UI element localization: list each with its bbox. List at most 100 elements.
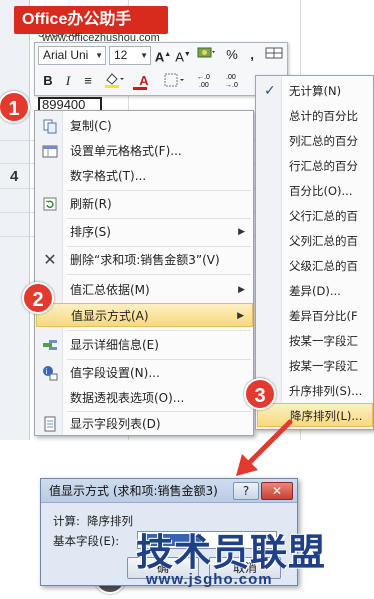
show-values-as-submenu: ✓ 无计算(N) 总计的百分比 列汇总的百分 行汇总的百分 百分比(O)... … — [255, 75, 374, 430]
pointer-arrow-icon — [236, 419, 293, 476]
font-name-value: Arial Uni — [43, 48, 89, 62]
menu-item-label: 值字段设置(N)... — [70, 366, 160, 380]
decrease-decimal-icon: .00→.0 — [225, 74, 238, 89]
refresh-icon — [42, 196, 58, 212]
currency-icon — [197, 47, 215, 58]
submenu-item-label: 总计的百分比 — [289, 109, 358, 123]
delete-icon: ✕ — [43, 250, 57, 269]
currency-format-button[interactable] — [195, 45, 219, 65]
submenu-item-percent-of[interactable]: 百分比(O)... — [257, 179, 373, 203]
fill-bucket-icon — [105, 73, 124, 88]
borders-button[interactable] — [161, 71, 187, 91]
help-button[interactable]: ? — [233, 482, 259, 500]
calculation-value: 降序排列 — [87, 514, 133, 528]
menu-item-label: 设置单元格格式(F)... — [70, 144, 182, 158]
show-details-icon — [42, 337, 58, 353]
submenu-item-label: 升序排列(S)... — [289, 384, 363, 398]
submenu-arrow-icon: ▶ — [238, 285, 245, 295]
menu-item-delete-field[interactable]: ✕ 删除“求和项:销售金额3”(V) — [36, 248, 253, 272]
menu-item-show-values-as[interactable]: 值显示方式(A) ▶ — [36, 303, 253, 327]
menu-separator — [67, 274, 251, 275]
menu-item-label: 数据透视表选项(O)... — [70, 391, 185, 405]
font-color-swatch — [133, 87, 147, 90]
submenu-item-running-total[interactable]: 按某一字段汇 — [257, 329, 373, 353]
shrink-font-button[interactable]: A▼ — [173, 45, 193, 65]
chevron-down-icon: ▼ — [140, 51, 148, 60]
close-button[interactable]: ✕ — [261, 482, 293, 500]
submenu-item-label: 行汇总的百分 — [289, 159, 358, 173]
svg-text:←.0: ←.0 — [197, 74, 210, 81]
font-size-combo[interactable]: 12 ▼ — [109, 46, 151, 65]
submenu-item-label: 按某一字段汇 — [289, 359, 358, 373]
submenu-item-no-calculation[interactable]: ✓ 无计算(N) — [257, 79, 373, 103]
menu-item-copy[interactable]: 复制(C) — [36, 114, 253, 138]
submenu-item-percent-of-grand-total[interactable]: 总计的百分比 — [257, 104, 373, 128]
submenu-item-percent-of-row-total[interactable]: 行汇总的百分 — [257, 154, 373, 178]
submenu-item-percent-of-column-total[interactable]: 列汇总的百分 — [257, 129, 373, 153]
submenu-item-percent-running-total[interactable]: 按某一字段汇 — [257, 354, 373, 378]
submenu-item-difference-from[interactable]: 差异(D)... — [257, 279, 373, 303]
format-painter-button[interactable] — [263, 45, 285, 65]
submenu-item-label: 降序排列(L)... — [290, 409, 363, 423]
base-field-label-suffix: E): — [103, 534, 120, 548]
font-color-letter: A — [139, 73, 149, 88]
submenu-arrow-icon: ▶ — [238, 227, 245, 237]
submenu-item-percent-of-parent-row[interactable]: 父行汇总的百 — [257, 204, 373, 228]
menu-item-number-format[interactable]: 数字格式(T)... — [36, 164, 253, 188]
menu-item-refresh[interactable]: 刷新(R) — [36, 192, 253, 216]
step-badge-3: 3 — [244, 378, 276, 410]
menu-item-label: 删除“求和项:销售金额3”(V) — [70, 253, 220, 267]
menu-item-label: 数字格式(T)... — [70, 169, 147, 183]
italic-button[interactable]: I — [59, 71, 77, 91]
bold-button[interactable]: B — [39, 71, 57, 91]
menu-item-label: 显示字段列表(D) — [70, 417, 161, 431]
base-field-label-text: 基本字段( — [53, 534, 104, 548]
submenu-arrow-icon: ▶ — [237, 311, 244, 321]
submenu-item-label: 父行汇总的百 — [289, 209, 358, 223]
font-color-button[interactable]: A — [131, 71, 157, 91]
increase-decimal-icon: ←.0.00 — [197, 74, 210, 89]
menu-item-label: 显示详细信息(E) — [70, 338, 159, 352]
calculation-label: 计算: — [53, 514, 80, 528]
submenu-item-percent-of-parent-column[interactable]: 父列汇总的百 — [257, 229, 373, 253]
menu-item-label: 刷新(R) — [70, 197, 112, 211]
svg-text:.00: .00 — [199, 82, 209, 89]
step-badge-2: 2 — [22, 282, 54, 314]
submenu-item-label: 列汇总的百分 — [289, 134, 358, 148]
menu-separator — [67, 218, 251, 219]
menu-item-value-field-settings[interactable]: i 值字段设置(N)... — [36, 361, 253, 385]
menu-item-format-cells[interactable]: 设置单元格格式(F)... — [36, 139, 253, 163]
watermark-url: www.jsgho.com — [146, 571, 273, 588]
align-center-button[interactable]: ≡ — [79, 71, 97, 91]
percent-button[interactable]: % — [223, 45, 241, 65]
submenu-item-percent-of-parent[interactable]: 父级汇总的百 — [257, 254, 373, 278]
officezhushou-logo: Office办公助手 — [14, 6, 168, 34]
grow-font-button[interactable]: A▲ — [153, 45, 173, 65]
menu-item-label: 复制(C) — [70, 119, 112, 133]
menu-separator — [67, 359, 251, 360]
dialog-title-text: 值显示方式 (求和项:销售金额3) — [49, 484, 218, 498]
watermark-title: 技术员联盟 — [136, 531, 326, 574]
menu-separator — [67, 330, 251, 331]
menu-item-show-field-list[interactable]: 显示字段列表(D) — [36, 412, 253, 436]
menu-separator — [67, 246, 251, 247]
font-size-value: 12 — [114, 48, 128, 62]
menu-item-show-details[interactable]: 显示详细信息(E) — [36, 333, 253, 357]
svg-text:i: i — [46, 367, 48, 376]
mini-toolbar: Arial Uni ▼ 12 ▼ A▲ A▼ % , B I ≡ A ←.0.0… — [34, 42, 288, 96]
menu-item-pivot-options[interactable]: 数据透视表选项(O)... — [36, 386, 253, 410]
field-list-icon — [42, 416, 58, 432]
submenu-item-label: 按某一字段汇 — [289, 334, 358, 348]
menu-item-sort[interactable]: 排序(S) ▶ — [36, 220, 253, 244]
format-cells-icon — [42, 143, 58, 159]
increase-decimal-button[interactable]: ←.0.00 — [195, 71, 219, 91]
comma-style-button[interactable]: , — [245, 45, 259, 65]
font-name-combo[interactable]: Arial Uni ▼ — [38, 46, 106, 65]
chevron-down-icon: ▼ — [95, 51, 103, 60]
submenu-item-percent-difference[interactable]: 差异百分比(F — [257, 304, 373, 328]
fill-color-button[interactable] — [101, 71, 127, 91]
menu-item-summarize-by[interactable]: 值汇总依据(M) ▶ — [36, 278, 253, 302]
menu-separator — [67, 190, 251, 191]
copy-icon — [42, 118, 58, 134]
decrease-decimal-button[interactable]: .00 →.0 — [223, 71, 247, 91]
